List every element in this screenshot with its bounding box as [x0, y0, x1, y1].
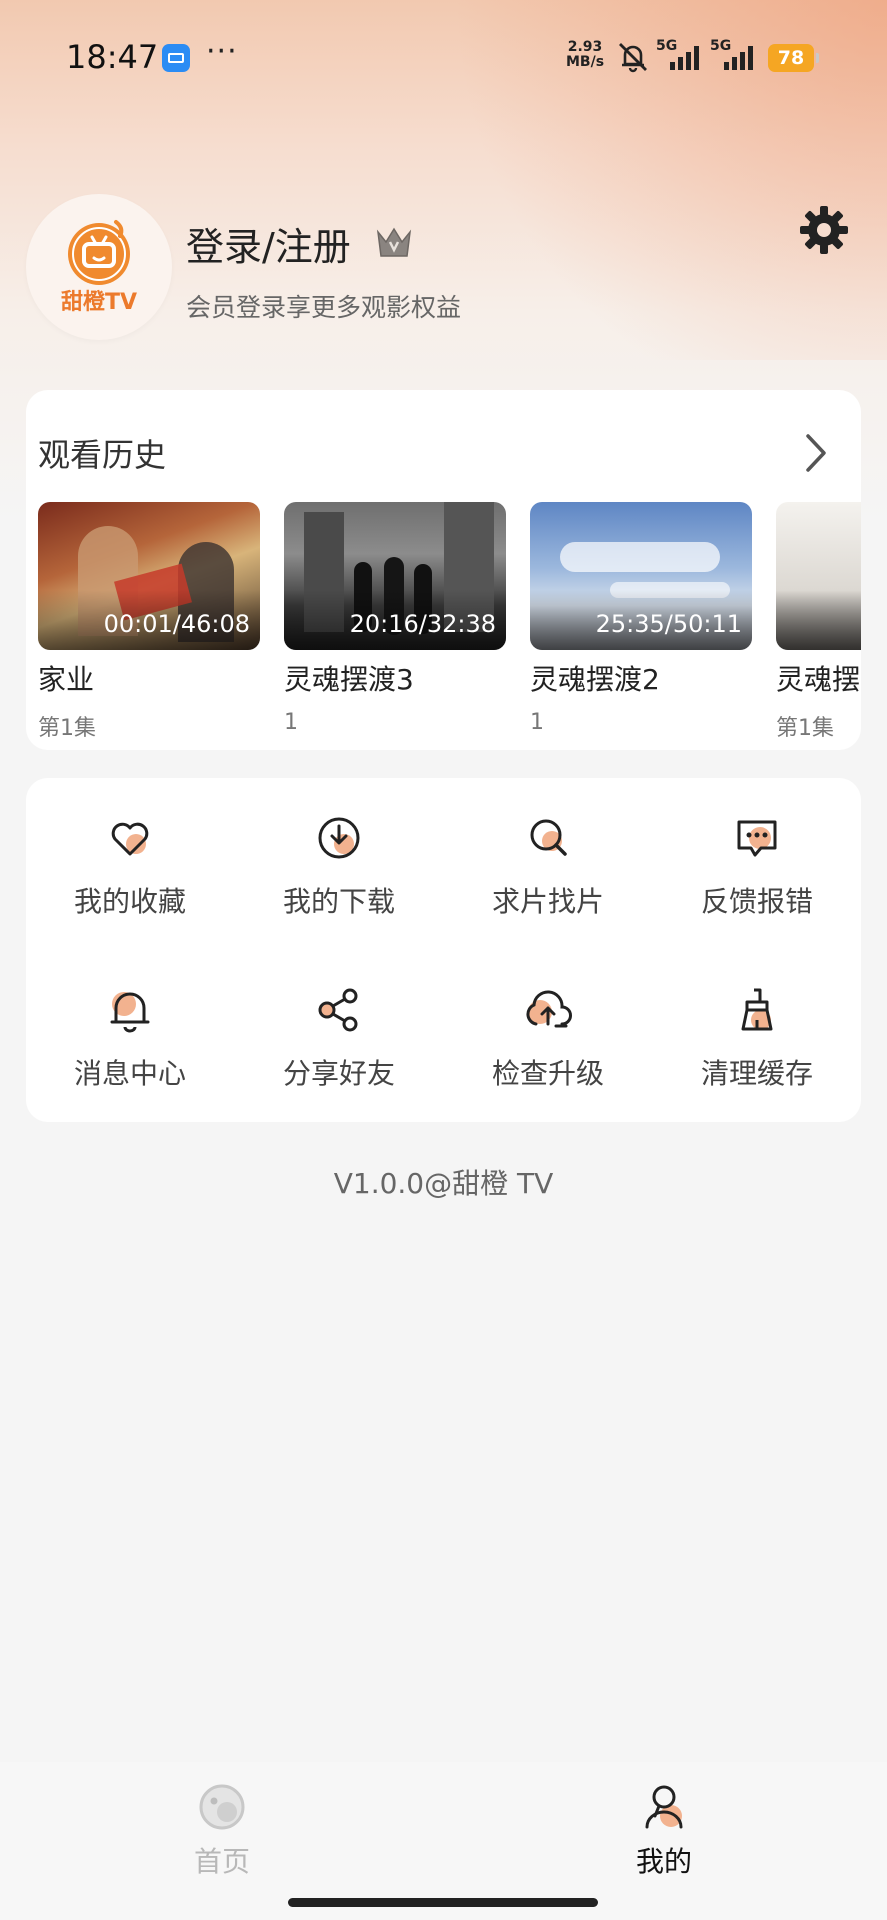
- request-movie-label: 求片找片: [491, 885, 604, 918]
- history-episode: 第1集: [776, 716, 834, 741]
- heart-icon: [111, 822, 149, 856]
- request-movie-button[interactable]: 求片找片: [444, 778, 652, 918]
- bottom-navigation: 首页 我的: [0, 1762, 887, 1920]
- history-progress: 00:01/46:08: [103, 610, 250, 638]
- share-label: 分享好友: [282, 1057, 395, 1090]
- settings-gear-icon[interactable]: [798, 204, 850, 256]
- history-title: 灵魂摆渡2: [530, 663, 660, 696]
- history-title: 家业: [38, 663, 95, 696]
- avatar[interactable]: 甜橙TV: [26, 194, 172, 340]
- tab-mine[interactable]: 我的: [604, 1782, 724, 1880]
- more-notifications-icon: ···: [206, 34, 238, 69]
- clear-cache-button[interactable]: 清理缓存: [653, 950, 861, 1090]
- tab-home[interactable]: 首页: [162, 1782, 282, 1880]
- notification-app-icon: [162, 44, 190, 72]
- watch-history-card: 观看历史 00:01/46:08 家业 第1集 20:16/32:38 灵魂摆渡…: [26, 390, 861, 750]
- history-episode: 1: [530, 710, 544, 735]
- check-update-label: 检查升级: [491, 1057, 604, 1090]
- history-episode: 1: [284, 710, 298, 735]
- vip-crown-icon: [376, 227, 412, 257]
- history-thumbnail: 25:35/50:11: [530, 502, 752, 650]
- mute-bell-icon: [619, 43, 647, 73]
- bell-icon: [110, 992, 150, 1033]
- login-subtitle: 会员登录享更多观影权益: [186, 293, 462, 322]
- home-indicator[interactable]: [288, 1898, 598, 1907]
- share-button[interactable]: 分享好友: [235, 950, 443, 1090]
- upload-cloud-icon: [526, 990, 572, 1028]
- history-episode: 第1集: [38, 716, 96, 741]
- version-text: V1.0.0@甜橙 TV: [333, 1167, 554, 1200]
- feedback-label: 反馈报错: [700, 885, 813, 918]
- favorites-button[interactable]: 我的收藏: [26, 778, 234, 918]
- battery-icon: 78: [768, 44, 819, 72]
- profile-icon: [645, 1785, 683, 1829]
- tab-home-label: 首页: [193, 1845, 250, 1878]
- clear-cache-label: 清理缓存: [700, 1057, 813, 1090]
- status-time: 18:47: [66, 38, 159, 76]
- feedback-button[interactable]: 反馈报错: [653, 778, 861, 918]
- history-title: 灵魂摆: [776, 663, 861, 696]
- history-progress: 25:35/50:11: [595, 610, 742, 638]
- history-item[interactable]: 灵魂摆 第1集: [776, 502, 861, 742]
- history-item[interactable]: 25:35/50:11 灵魂摆渡2 1: [530, 502, 752, 735]
- downloads-button[interactable]: 我的下载: [235, 778, 443, 918]
- network-speed-unit: MB/s: [566, 54, 605, 70]
- search-icon: [530, 819, 567, 856]
- function-grid-card: 我的收藏 我的下载 求片找片 反馈报错 消息中心 分享好友 检查升级 清理缓存: [26, 778, 861, 1122]
- status-bar: 18:47 ··· 2.93 MB/s 5G 5G 78: [0, 0, 887, 116]
- share-icon: [318, 988, 358, 1032]
- login-register-link[interactable]: 登录/注册: [186, 216, 351, 271]
- messages-label: 消息中心: [73, 1057, 186, 1090]
- history-progress: 20:16/32:38: [349, 610, 496, 638]
- home-icon: [199, 1784, 245, 1830]
- messages-button[interactable]: 消息中心: [26, 950, 234, 1090]
- history-title: 灵魂摆渡3: [284, 663, 414, 696]
- downloads-label: 我的下载: [282, 885, 395, 918]
- network-speed-value: 2.93: [567, 39, 603, 55]
- signal-strength-1-icon: 5G: [656, 38, 706, 74]
- download-icon: [318, 817, 360, 859]
- history-thumbnail: 20:16/32:38: [284, 502, 506, 650]
- network-speed: 2.93 MB/s: [566, 40, 604, 70]
- favorites-label: 我的收藏: [73, 885, 186, 918]
- feedback-icon: [737, 820, 777, 857]
- signal-strength-2-icon: 5G: [710, 38, 760, 74]
- watch-history-title: 观看历史: [38, 436, 167, 474]
- chevron-right-icon[interactable]: [796, 430, 836, 476]
- logo-text: 甜橙TV: [60, 290, 138, 315]
- history-thumbnail: 00:01/46:08: [38, 502, 260, 650]
- history-thumbnail: [776, 502, 861, 650]
- app-logo-icon: [68, 220, 130, 285]
- tab-mine-label: 我的: [635, 1845, 692, 1878]
- broom-icon: [741, 988, 773, 1031]
- history-item[interactable]: 00:01/46:08 家业 第1集: [38, 502, 260, 742]
- check-update-button[interactable]: 检查升级: [444, 950, 652, 1090]
- history-item[interactable]: 20:16/32:38 灵魂摆渡3 1: [284, 502, 506, 735]
